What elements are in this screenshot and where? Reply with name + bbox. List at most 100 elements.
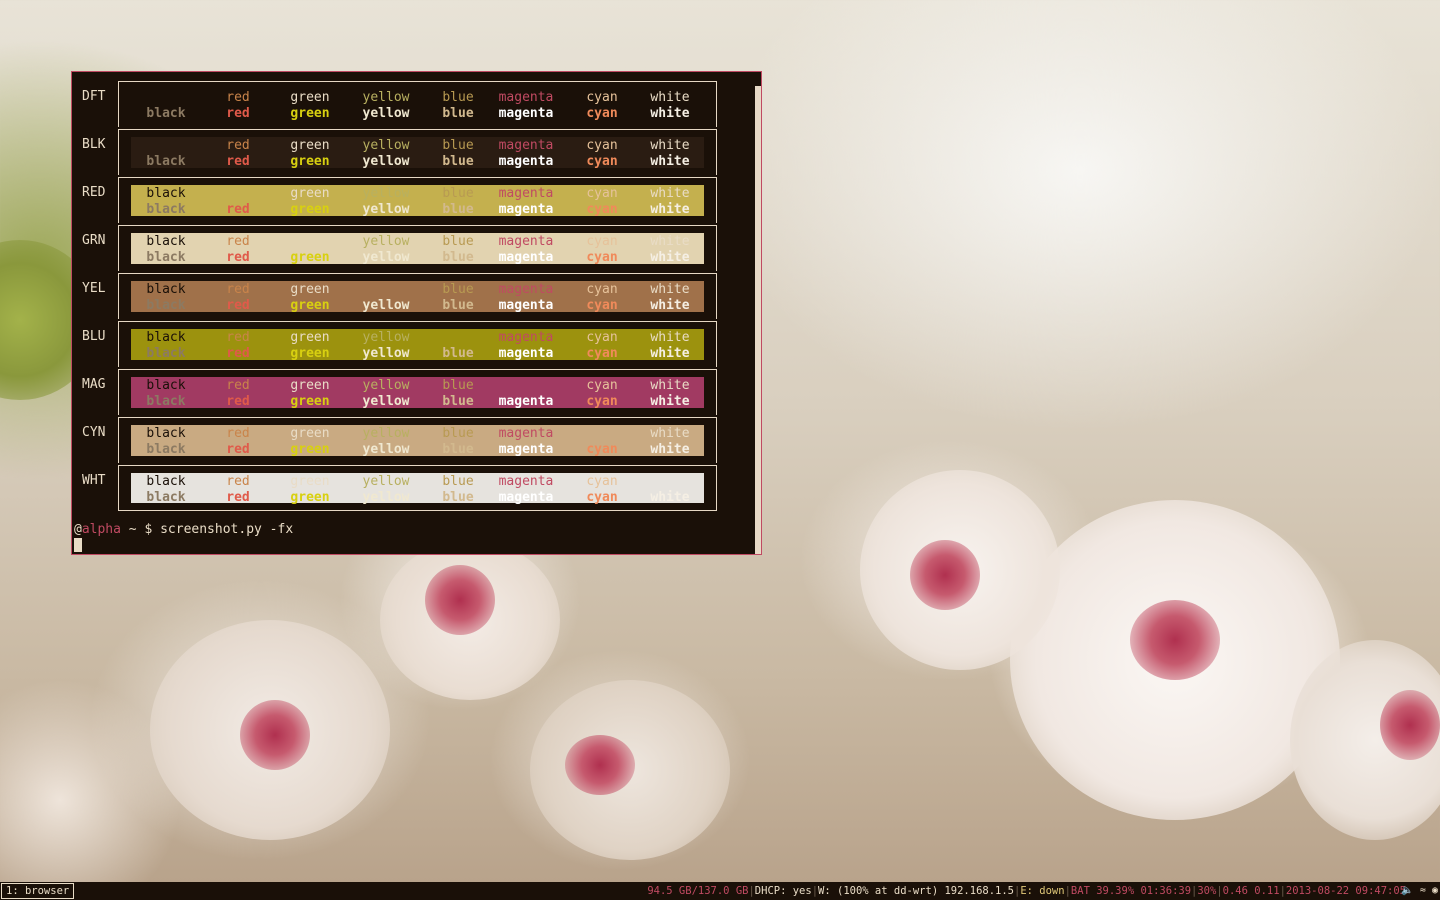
color-sample-black: black — [146, 154, 186, 169]
row-background-swatch — [131, 473, 704, 503]
wifi-icon[interactable]: ≈ — [1420, 885, 1426, 896]
color-sample-yellow: yellow — [362, 330, 410, 345]
color-sample-green: green — [290, 298, 330, 313]
row-background-swatch — [131, 377, 704, 408]
color-sample-magenta: magenta — [498, 234, 554, 249]
color-sample-cyan: cyan — [586, 298, 618, 313]
shell-prompt: @alpha ~ $ screenshot.py -fx — [74, 522, 293, 537]
color-sample-cyan: cyan — [586, 186, 618, 201]
color-sample-magenta: magenta — [498, 282, 554, 297]
color-row-red: black green yellow blue magenta cyan white blac… — [118, 177, 717, 223]
color-sample-cyan: cyan — [586, 490, 618, 505]
status-segment: E: down — [1020, 885, 1065, 897]
color-sample-blue: blue — [442, 90, 474, 105]
color-sample-white: white — [650, 234, 690, 249]
wallpaper-blossom-center — [565, 735, 635, 795]
terminal-scrollbar[interactable] — [755, 86, 761, 554]
color-sample-blue: blue — [442, 394, 474, 409]
color-sample-blue: blue — [442, 474, 474, 489]
color-sample-red: red — [226, 426, 250, 441]
color-sample-blue: blue — [442, 490, 474, 505]
color-row-yel: black red green blue magenta cyan white black re… — [118, 273, 717, 319]
color-sample-green: green — [290, 282, 330, 297]
color-sample-green: green — [290, 442, 330, 457]
color-sample-red: red — [226, 282, 250, 297]
system-tray: 🔈 ≈ ◉ — [1401, 882, 1438, 900]
color-sample-green: green — [290, 474, 330, 489]
color-sample-red: red — [226, 90, 250, 105]
row-label-mag: MAG — [82, 377, 106, 392]
color-sample-yellow: yellow — [362, 378, 410, 393]
color-sample-black: black — [146, 234, 186, 249]
color-sample-black: black — [146, 202, 186, 217]
color-sample-cyan: cyan — [586, 106, 618, 121]
color-sample-green: green — [290, 426, 330, 441]
color-sample-white: white — [650, 186, 690, 201]
color-sample-yellow: yellow — [362, 426, 410, 441]
color-sample-white: white — [650, 346, 690, 361]
color-sample-white: white — [650, 298, 690, 313]
color-sample-red: red — [226, 298, 250, 313]
color-sample-red: red — [226, 346, 250, 361]
color-sample-magenta: magenta — [498, 442, 554, 457]
color-sample-cyan: cyan — [586, 474, 618, 489]
color-sample-cyan: cyan — [586, 202, 618, 217]
color-sample-black: black — [146, 346, 186, 361]
color-sample-cyan: cyan — [586, 90, 618, 105]
wallpaper-blossom-center — [1380, 690, 1440, 760]
color-sample-red: red — [226, 474, 250, 489]
row-background-swatch — [131, 425, 704, 456]
color-sample-white: white — [650, 490, 690, 505]
color-sample-red: red — [226, 394, 250, 409]
color-sample-black: black — [146, 474, 186, 489]
status-segment: 0.46 0.11 — [1222, 885, 1280, 897]
prompt-host: alpha — [81, 522, 121, 537]
color-sample-yellow: yellow — [362, 250, 410, 265]
row-label-dft: DFT — [82, 89, 106, 104]
color-sample-green: green — [290, 186, 330, 201]
color-sample-yellow: yellow — [362, 298, 410, 313]
terminal-cursor — [74, 538, 82, 552]
color-sample-magenta: magenta — [498, 330, 554, 345]
color-sample-magenta: magenta — [498, 202, 554, 217]
color-sample-green: green — [290, 250, 330, 265]
volume-icon[interactable]: 🔈 — [1401, 885, 1413, 896]
color-sample-green: green — [290, 138, 330, 153]
color-sample-blue: blue — [442, 202, 474, 217]
tray-app-icon[interactable]: ◉ — [1432, 885, 1438, 896]
color-sample-white: white — [650, 154, 690, 169]
color-sample-black: black — [146, 394, 186, 409]
color-sample-red: red — [226, 330, 250, 345]
color-sample-yellow: yellow — [362, 234, 410, 249]
color-row-wht: black red green yellow blue magenta cyan black r… — [118, 465, 717, 511]
color-sample-red: red — [226, 138, 250, 153]
color-sample-cyan: cyan — [586, 250, 618, 265]
wallpaper-blossom-center — [425, 565, 495, 635]
status-segment: 30% — [1197, 885, 1217, 897]
color-sample-cyan: cyan — [586, 330, 618, 345]
status-segment: DHCP: yes — [754, 885, 812, 897]
workspace-button[interactable]: 1: browser — [1, 883, 75, 899]
color-sample-black: black — [146, 186, 186, 201]
color-sample-magenta: magenta — [498, 186, 554, 201]
color-sample-black: black — [146, 250, 186, 265]
color-sample-blue: blue — [442, 154, 474, 169]
color-sample-red: red — [226, 202, 250, 217]
color-sample-yellow: yellow — [362, 202, 410, 217]
row-label-blk: BLK — [82, 137, 106, 152]
status-bar: 1: browser 94.5 GB/137.0 GB|DHCP: yes|W:… — [0, 882, 1440, 900]
color-sample-yellow: yellow — [362, 186, 410, 201]
color-row-mag: black red green yellow blue cyan white black red… — [118, 369, 717, 415]
color-sample-cyan: cyan — [586, 394, 618, 409]
status-segment: W: (100% at dd-wrt) 192.168.1.5 — [818, 885, 1014, 897]
color-sample-black: black — [146, 442, 186, 457]
color-sample-black: black — [146, 106, 186, 121]
terminal-window[interactable]: DFT red green yellow blue magenta cyan white bla… — [71, 71, 762, 555]
color-row-grn: black red yellow blue magenta cyan white black r… — [118, 225, 717, 271]
color-sample-magenta: magenta — [498, 154, 554, 169]
row-label-cyn: CYN — [82, 425, 106, 440]
wallpaper-blossom-center — [910, 540, 980, 610]
color-sample-red: red — [226, 490, 250, 505]
color-sample-black: black — [146, 426, 186, 441]
color-sample-white: white — [650, 378, 690, 393]
